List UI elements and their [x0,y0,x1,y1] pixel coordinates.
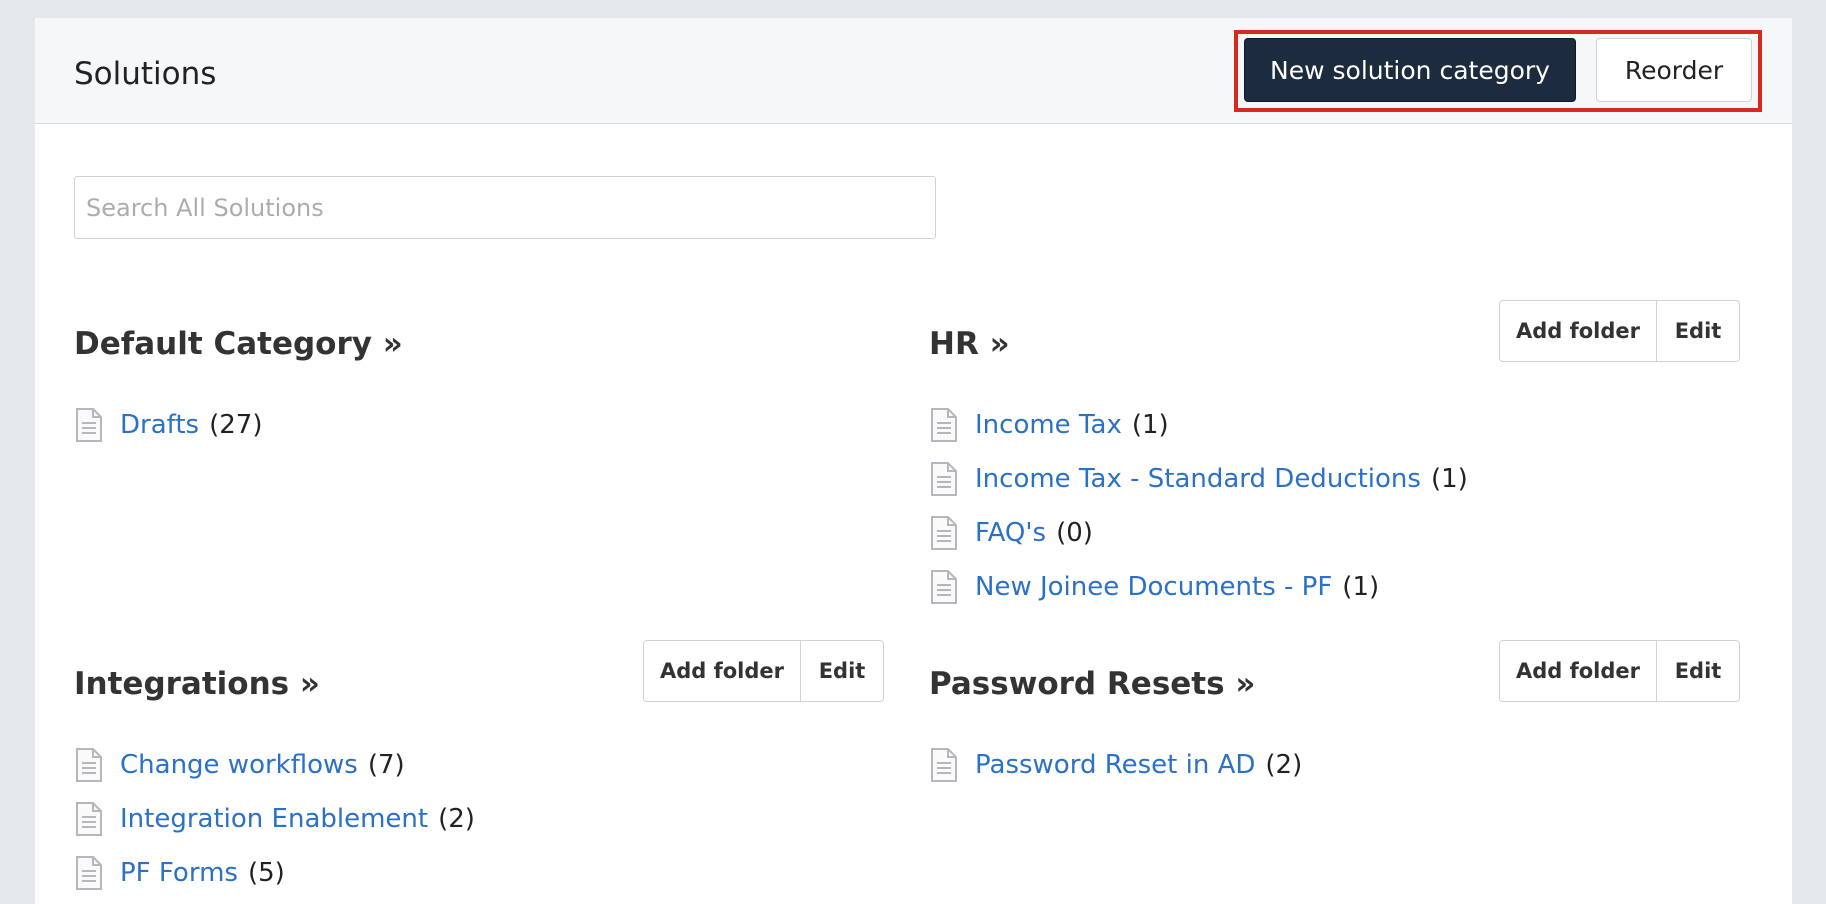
folder-item[interactable]: Change workflows (7) [74,745,405,785]
folder-item[interactable]: Income Tax (1) [929,405,1169,445]
folder-item[interactable]: FAQ's (0) [929,513,1093,553]
folder-item[interactable]: PF Forms (5) [74,853,285,893]
document-icon [931,516,957,550]
folder-count: (27) [209,410,263,440]
folder-count: (2) [1265,750,1303,780]
add-folder-button[interactable]: Add folder [1500,641,1657,701]
document-icon [76,748,102,782]
document-icon [931,748,957,782]
search-input[interactable] [74,176,936,239]
solutions-card: Solutions New solution category Reorder … [35,18,1792,904]
category-title-password-resets[interactable]: Password Resets » [929,666,1255,702]
document-icon [76,408,102,442]
add-folder-button[interactable]: Add folder [1500,301,1657,361]
folder-count: (1) [1342,572,1380,602]
category-title-default[interactable]: Default Category » [74,326,403,362]
folder-item[interactable]: Drafts (27) [74,405,262,445]
category-title-integrations[interactable]: Integrations » [74,666,320,702]
page-header: Solutions New solution category Reorder [35,18,1792,124]
folder-count: (2) [438,804,475,834]
page-title: Solutions [74,56,217,92]
add-folder-button[interactable]: Add folder [644,641,801,701]
folder-count: (7) [367,750,405,780]
folder-count: (5) [247,858,285,888]
edit-button[interactable]: Edit [1657,301,1739,361]
folder-item[interactable]: Integration Enablement (2) [74,799,475,839]
folder-link[interactable]: Change workflows [120,750,358,780]
document-icon [76,802,102,836]
folder-count: (1) [1430,464,1468,494]
folder-link[interactable]: Income Tax [975,410,1122,440]
folder-link[interactable]: FAQ's [975,518,1046,548]
folder-link[interactable]: Integration Enablement [120,804,428,834]
folder-item[interactable]: Password Reset in AD (2) [929,745,1302,785]
folder-link[interactable]: Password Reset in AD [975,750,1255,780]
document-icon [931,408,957,442]
folder-link[interactable]: PF Forms [120,858,238,888]
document-icon [76,856,102,890]
hr-actions: Add folder Edit [1499,300,1740,362]
folder-count: (1) [1131,410,1169,440]
document-icon [931,462,957,496]
password-resets-actions: Add folder Edit [1499,640,1740,702]
new-solution-category-button[interactable]: New solution category [1244,38,1576,102]
folder-link[interactable]: New Joinee Documents - PF [975,572,1332,602]
document-icon [931,570,957,604]
edit-button[interactable]: Edit [801,641,883,701]
integrations-actions: Add folder Edit [643,640,884,702]
folder-count: (0) [1056,518,1093,548]
reorder-button[interactable]: Reorder [1596,38,1752,102]
folder-link[interactable]: Drafts [120,410,199,440]
folder-link[interactable]: Income Tax - Standard Deductions [975,464,1421,494]
folder-item[interactable]: New Joinee Documents - PF (1) [929,567,1379,607]
category-title-hr[interactable]: HR » [929,326,1010,362]
folder-item[interactable]: Income Tax - Standard Deductions (1) [929,459,1468,499]
edit-button[interactable]: Edit [1657,641,1739,701]
